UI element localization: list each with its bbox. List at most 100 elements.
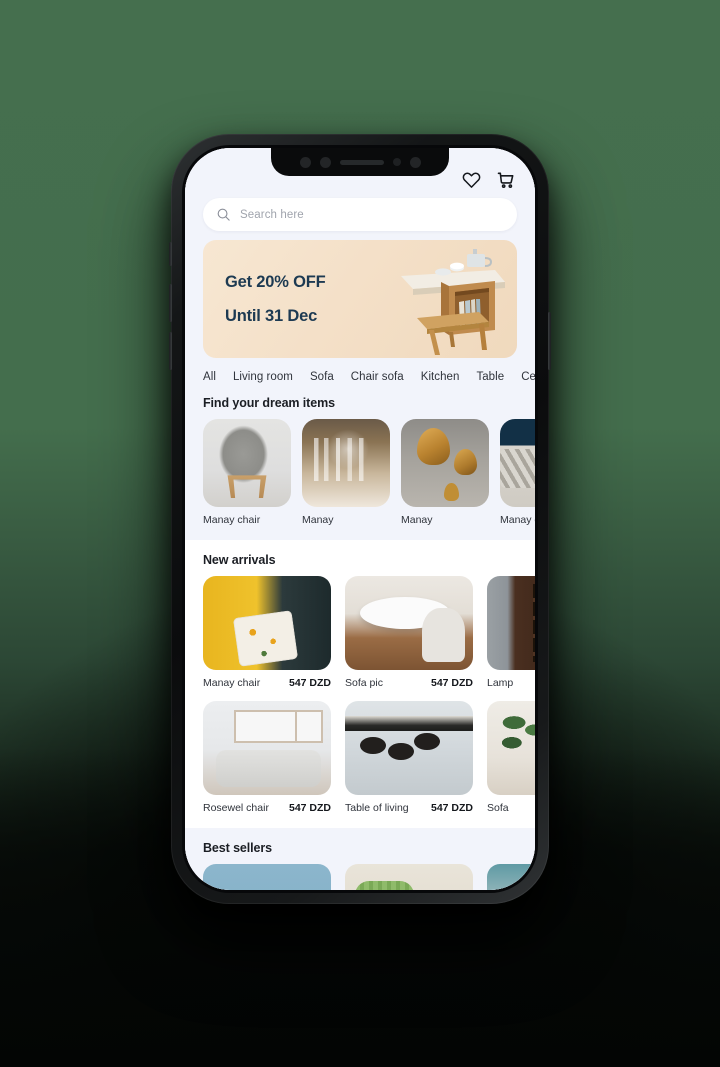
product-name: Rosewel chair: [203, 802, 269, 814]
product-name: Manay chair: [203, 677, 261, 689]
product-name: Table of living: [345, 802, 409, 814]
product-meta: Manay chair 547 DZD: [203, 677, 331, 689]
search-icon: [216, 207, 231, 222]
list-item[interactable]: Sofa pic 547 DZD: [345, 576, 473, 689]
product-price: 547 DZD: [430, 802, 473, 814]
list-item[interactable]: Manay: [302, 419, 390, 526]
product-thumbnail[interactable]: [302, 419, 390, 507]
product-meta: Sofa pic 547 DZD: [345, 677, 473, 689]
dream-items-title: Find your dream items: [203, 396, 335, 410]
new-arrivals-title: New arrivals: [203, 553, 276, 567]
search-section: Search here: [185, 192, 535, 231]
list-item[interactable]: Sofa: [487, 701, 535, 814]
product-meta: Lamp: [487, 677, 535, 689]
product-label: Manay cha: [500, 514, 535, 526]
product-price: 547 DZD: [430, 677, 473, 689]
heart-icon[interactable]: [461, 169, 482, 190]
product-name: Sofa pic: [345, 677, 383, 689]
proximity-sensor-icon: [392, 158, 401, 166]
product-name: Lamp: [487, 677, 514, 689]
list-item[interactable]: Manay: [401, 419, 489, 526]
grey-living-room-image: [203, 701, 331, 795]
glassware-table-image: [302, 419, 390, 507]
dream-items-section: Find your dream items Manay chair Manay …: [185, 383, 535, 526]
white-stool-blue-image: [203, 864, 331, 890]
product-thumbnail[interactable]: [203, 576, 331, 670]
ambient-sensor-icon: [409, 156, 421, 168]
search-placeholder-text: Search here: [240, 208, 304, 221]
search-input[interactable]: Search here: [203, 198, 517, 231]
best-sellers-section: Best sellers: [185, 828, 535, 890]
best-sellers-carousel[interactable]: [185, 864, 535, 890]
list-item[interactable]: Table of living 547 DZD: [345, 701, 473, 814]
phone-bezel: Search here Get 20% OFF Until 31 Dec All…: [182, 145, 538, 893]
category-chip-all[interactable]: All: [203, 371, 216, 383]
power-button[interactable]: [548, 312, 551, 370]
white-round-table-image: [345, 576, 473, 670]
notch: [271, 148, 449, 176]
brass-pendant-lamps-image: [401, 419, 489, 507]
phone-device: Search here Get 20% OFF Until 31 Dec All…: [169, 134, 551, 904]
volume-down-button[interactable]: [169, 332, 172, 370]
product-thumbnail[interactable]: [345, 701, 473, 795]
face-sensor-icon: [319, 156, 331, 168]
promo-subline: Until 31 Dec: [225, 306, 318, 325]
product-thumbnail[interactable]: [487, 701, 535, 795]
promo-headline: Get 20% OFF: [225, 273, 326, 291]
category-chip-ceramic[interactable]: Cera: [521, 371, 535, 383]
category-chip-sofa[interactable]: Sofa: [310, 371, 334, 383]
dream-items-carousel[interactable]: Manay chair Manay Manay Manay: [185, 419, 535, 526]
shopping-cart-icon[interactable]: [495, 169, 516, 190]
product-label: Manay chair: [203, 514, 261, 526]
category-chip-kitchen[interactable]: Kitchen: [421, 371, 460, 383]
striped-sofa-image: [500, 419, 535, 507]
volume-up-button[interactable]: [169, 284, 172, 322]
category-chip-chairsofa[interactable]: Chair sofa: [351, 371, 404, 383]
new-arrivals-row[interactable]: Manay chair 547 DZD Sofa pic 547 DZD Lam…: [185, 576, 535, 689]
category-filter-list[interactable]: All Living room Sofa Chair sofa Kitchen …: [185, 358, 535, 383]
product-price: 547 DZD: [288, 677, 331, 689]
list-item[interactable]: Lamp: [487, 576, 535, 689]
product-thumbnail[interactable]: [500, 419, 535, 507]
product-label: Manay: [401, 514, 433, 526]
product-thumbnail[interactable]: [401, 419, 489, 507]
product-thumbnail[interactable]: [487, 864, 535, 890]
product-thumbnail[interactable]: [345, 576, 473, 670]
silent-switch[interactable]: [169, 242, 172, 266]
phone-screen: Search here Get 20% OFF Until 31 Dec All…: [185, 148, 535, 890]
earpiece-speaker-icon: [339, 159, 384, 165]
product-thumbnail[interactable]: [487, 576, 535, 670]
yellow-chair-lemon-pillow-image: [203, 576, 331, 670]
side-table-illustration: [383, 242, 511, 358]
dark-wood-shelf-image: [487, 576, 535, 670]
category-chip-table[interactable]: Table: [476, 371, 504, 383]
product-thumbnail[interactable]: [203, 701, 331, 795]
product-label: Manay: [302, 514, 334, 526]
category-chip-livingroom[interactable]: Living room: [233, 371, 293, 383]
bar-stools-image: [345, 701, 473, 795]
promo-banner-text: Get 20% OFF Until 31 Dec: [203, 274, 326, 324]
green-chair-image: [345, 864, 473, 890]
teal-room-image: [487, 864, 535, 890]
product-price: 547 DZD: [288, 802, 331, 814]
promo-banner-section: Get 20% OFF Until 31 Dec: [185, 231, 535, 358]
product-meta: Rosewel chair 547 DZD: [203, 802, 331, 814]
new-arrivals-row[interactable]: Rosewel chair 547 DZD Table of living 54…: [185, 701, 535, 814]
product-meta: Sofa: [487, 802, 535, 814]
list-item[interactable]: Manay chair 547 DZD: [203, 576, 331, 689]
product-thumbnail[interactable]: [203, 419, 291, 507]
list-item[interactable]: Rosewel chair 547 DZD: [203, 701, 331, 814]
promo-banner[interactable]: Get 20% OFF Until 31 Dec: [203, 240, 517, 358]
product-thumbnail[interactable]: [203, 864, 331, 890]
grey-wingback-chair-image: [203, 419, 291, 507]
best-sellers-title: Best sellers: [203, 841, 272, 855]
new-arrivals-section: New arrivals Manay chair 547 DZD Sofa pi…: [185, 540, 535, 828]
product-thumbnail[interactable]: [345, 864, 473, 890]
camera-icon: [299, 156, 311, 168]
app-viewport: Search here Get 20% OFF Until 31 Dec All…: [185, 148, 535, 890]
list-item[interactable]: Manay cha: [500, 419, 535, 526]
plant-rattan-cabinet-image: [487, 701, 535, 795]
product-name: Sofa: [487, 802, 509, 814]
list-item[interactable]: Manay chair: [203, 419, 291, 526]
product-meta: Table of living 547 DZD: [345, 802, 473, 814]
